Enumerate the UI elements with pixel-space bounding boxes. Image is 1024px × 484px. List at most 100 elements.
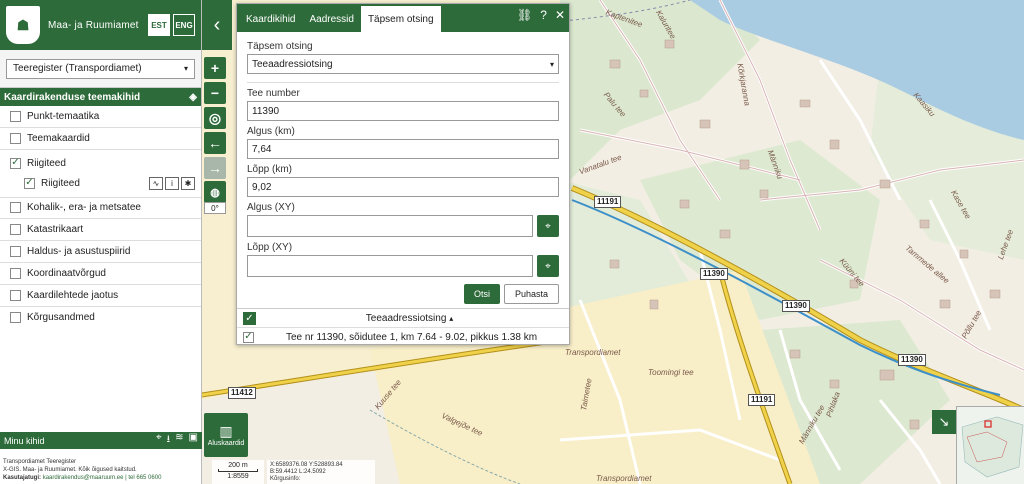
theme-item[interactable]: Punkt-temaatika: [0, 106, 201, 128]
road-number-badge: 11390: [782, 300, 810, 312]
road-number-input[interactable]: 11390: [247, 101, 559, 121]
result-row[interactable]: ✓ Tee nr 11390, sõidutee 1, km 7.64 - 9.…: [237, 328, 569, 346]
compass-button[interactable]: ◍: [204, 181, 226, 203]
pick-start-point-button[interactable]: ⌖: [537, 215, 559, 237]
scale-bar-line: [218, 469, 258, 472]
road-number-badge: 11390: [898, 354, 926, 366]
theme-checkbox[interactable]: [10, 202, 21, 214]
end-xy-input[interactable]: [247, 255, 533, 277]
pin-icon: ⌖: [545, 260, 551, 272]
theme-checkbox[interactable]: ✓: [10, 157, 21, 169]
theme-row[interactable]: ✓ Riigiteed: [0, 153, 201, 173]
result-text: Tee nr 11390, sõidutee 1, km 7.64 - 9.02…: [285, 331, 538, 343]
pick-end-point-button[interactable]: ⌖: [537, 255, 559, 277]
results-title-text: Teeaadressiotsing: [365, 312, 447, 324]
map-label: Transpordiamet: [596, 474, 652, 483]
collapse-sidebar-button[interactable]: ‹: [202, 0, 232, 50]
road-number-badge: 11412: [228, 387, 256, 399]
tab-map-layers[interactable]: Kaardikihid: [239, 6, 302, 32]
theme-label: Kaardilehtede jaotus: [27, 289, 119, 301]
download-icon[interactable]: ⭳: [167, 432, 171, 449]
search-button[interactable]: Otsi: [463, 284, 500, 304]
rotation-value: 0°: [204, 202, 226, 214]
link-icon[interactable]: ⛓: [517, 8, 532, 22]
theme-item[interactable]: Kohalik-, era- ja metsatee: [0, 198, 201, 220]
sublayer-checkbox[interactable]: ✓: [24, 177, 35, 189]
search-type-value: Teeaadressiotsing: [252, 58, 333, 70]
end-km-label: Lõpp (km): [247, 164, 293, 175]
start-xy-input[interactable]: [247, 215, 533, 237]
my-layers-header: Minu kihid ⌖ ⭳ ≋ ▣: [0, 432, 202, 449]
theme-item[interactable]: Haldus- ja asustuspiirid: [0, 241, 201, 263]
info-icon[interactable]: i: [165, 176, 179, 190]
theme-label: Katastrikaart: [27, 224, 84, 236]
layers-icon[interactable]: ≋: [175, 432, 183, 449]
clear-button[interactable]: Puhasta: [503, 284, 559, 304]
theme-label: Punkt-temaatika: [27, 110, 100, 122]
arrow-diagonal-icon: ↘: [938, 414, 950, 429]
result-checkbox[interactable]: ✓: [243, 331, 254, 343]
basemap-button[interactable]: ▥ Aluskaardid: [204, 413, 248, 457]
theme-checkbox[interactable]: [10, 267, 21, 279]
theme-label: Koordinaatvõrgud: [27, 267, 106, 279]
end-km-input[interactable]: 9,02: [247, 177, 559, 197]
results-select-all-checkbox[interactable]: ✓: [243, 311, 256, 325]
theme-checkbox[interactable]: [10, 246, 21, 258]
theme-checkbox[interactable]: [10, 311, 21, 323]
theme-label: Haldus- ja asustuspiirid: [27, 246, 131, 258]
footer-support-label: Kasutajatugi:: [3, 475, 42, 481]
left-sidebar: ☗ Maa- ja Ruumiamet EST ENG Teeregister …: [0, 0, 202, 484]
theme-checkbox[interactable]: [10, 110, 21, 122]
zoom-in-button[interactable]: +: [204, 57, 226, 79]
sublayer-row[interactable]: ✓ Riigiteed ∿ i ✱: [0, 173, 201, 193]
theme-item[interactable]: Kaardilehtede jaotus: [0, 285, 201, 307]
end-xy-row: ⌖: [247, 255, 559, 277]
footer-text: Transpordiamet Teeregister X-GIS. Maa- j…: [3, 458, 161, 482]
lang-est-button[interactable]: EST: [148, 14, 170, 36]
footer-line: Transpordiamet Teeregister: [3, 459, 77, 465]
theme-item[interactable]: Katastrikaart: [0, 219, 201, 242]
my-layers-title: Minu kihid: [4, 435, 45, 446]
add-folder-icon[interactable]: ▣: [189, 432, 198, 449]
theme-item[interactable]: Kõrgusandmed: [0, 307, 201, 329]
overview-toggle-button[interactable]: ↘: [932, 410, 956, 434]
overview-map-graphics: [957, 407, 1024, 484]
footer-support-link[interactable]: kaardirakendus@maaruum.ee | tel 665 0600: [43, 475, 162, 481]
theme-checkbox[interactable]: [10, 132, 21, 144]
brand-name: Maa- ja Ruumiamet: [48, 19, 139, 31]
arrow-right-icon: →: [208, 160, 222, 176]
coord-bl: B:59.4412 L:24.5092: [270, 469, 326, 475]
close-icon[interactable]: ✕: [555, 8, 565, 22]
start-km-input[interactable]: 7,64: [247, 139, 559, 159]
results-title[interactable]: Teeaadressiotsing ▴: [256, 313, 563, 324]
settings-icon[interactable]: ✱: [181, 176, 195, 190]
tab-addresses[interactable]: Aadressid: [302, 6, 360, 32]
overview-minimap[interactable]: [956, 406, 1024, 484]
lang-eng-button[interactable]: ENG: [173, 14, 195, 36]
road-number-badge: 11191: [594, 196, 622, 208]
search-type-label: Täpsem otsing: [247, 41, 313, 52]
start-xy-row: ⌖: [247, 215, 559, 237]
back-button[interactable]: ←: [204, 132, 226, 154]
locate-icon[interactable]: ⌖: [156, 432, 162, 449]
locate-button[interactable]: ◎: [204, 107, 226, 129]
chart-icon[interactable]: ∿: [149, 176, 163, 190]
results-header: ✓ Teeaadressiotsing ▴: [237, 308, 569, 328]
theme-checkbox[interactable]: [10, 289, 21, 301]
tab-advanced-search[interactable]: Täpsem otsing: [360, 6, 441, 32]
search-type-select[interactable]: Teeaadressiotsing ▾: [247, 54, 559, 74]
map-label: Transpordiamet: [565, 348, 621, 357]
zoom-out-button[interactable]: −: [204, 82, 226, 104]
layer-dropdown[interactable]: Teeregister (Transpordiamet) ▾: [6, 58, 195, 79]
clear-themes-icon[interactable]: ◈: [189, 92, 197, 103]
themes-title: Kaardirakenduse teemakihid: [4, 91, 141, 103]
coord-xy: X:6589376.08 Y:528893.84: [270, 462, 343, 468]
forward-button[interactable]: →: [204, 157, 226, 179]
theme-item[interactable]: Koordinaatvõrgud: [0, 263, 201, 285]
arrow-left-icon: ←: [208, 135, 222, 151]
help-icon[interactable]: ?: [540, 8, 547, 22]
coord-extra: Kõrgusinfo:: [270, 476, 301, 482]
theme-item[interactable]: Teemakaardid: [0, 128, 201, 150]
coat-of-arms-logo: ☗: [6, 6, 40, 44]
theme-checkbox[interactable]: [10, 224, 21, 236]
